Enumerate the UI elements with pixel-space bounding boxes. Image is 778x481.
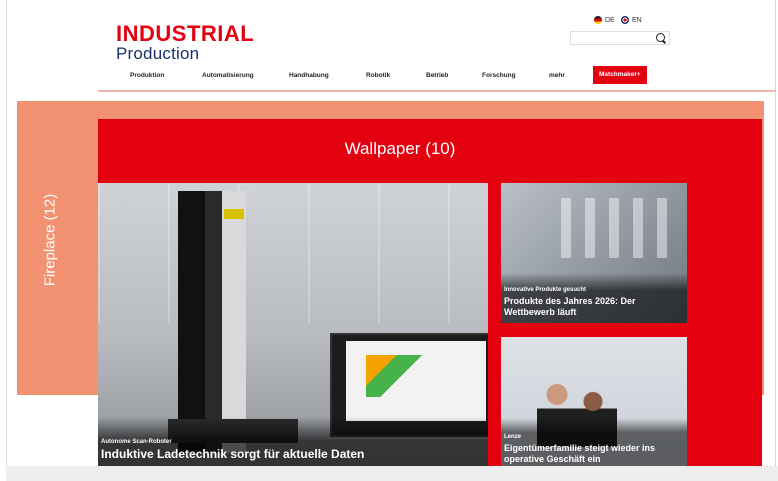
nav-item-robotik[interactable]: Robotik xyxy=(366,72,390,79)
language-de-label: DE xyxy=(605,16,615,24)
nav-item-mehr[interactable]: mehr xyxy=(549,72,565,79)
search-input[interactable] xyxy=(570,31,670,45)
matchmaker-button[interactable]: Matchmaker+ xyxy=(593,66,647,84)
language-de-link[interactable]: DE xyxy=(594,16,615,24)
main-teaser-caption: Autonome Scan-Roboter Induktive Ladetech… xyxy=(98,417,488,470)
nav-item-automatisierung[interactable]: Automatisierung xyxy=(202,72,254,79)
uk-flag-icon xyxy=(621,16,629,24)
nav-item-handhabung[interactable]: Handhabung xyxy=(289,72,329,79)
laptop-screen-image xyxy=(346,341,486,421)
teaser-caption: Innovative Produkte gesucht Produkte des… xyxy=(501,273,687,323)
teaser-lenze[interactable]: Lenze Eigentümerfamilie steigt wieder in… xyxy=(501,337,687,470)
site-logo[interactable]: INDUSTRIAL Production xyxy=(116,21,255,63)
language-en-label: EN xyxy=(632,16,642,24)
nav-item-betrieb[interactable]: Betrieb xyxy=(426,72,448,79)
page-bottom-strip xyxy=(6,466,778,481)
robot-image xyxy=(178,191,246,453)
teaser-headline[interactable]: Produkte des Jahres 2026: Der Wettbewerb… xyxy=(504,296,681,317)
fireplace-ad-label: Fireplace (12) xyxy=(41,193,59,287)
wallpaper-ad-label: Wallpaper (10) xyxy=(344,139,456,158)
teaser-headline[interactable]: Eigentümerfamilie steigt wieder ins oper… xyxy=(504,443,681,464)
german-flag-icon xyxy=(594,16,602,24)
nav-item-forschung[interactable]: Forschung xyxy=(482,72,516,79)
main-teaser-headline[interactable]: Induktive Ladetechnik sorgt für aktuelle… xyxy=(101,447,483,462)
teaser-image-background xyxy=(98,183,488,323)
main-teaser-kicker: Autonome Scan-Roboter xyxy=(101,439,172,446)
logo-line-2: Production xyxy=(116,44,200,63)
logo-line-1: INDUSTRIAL xyxy=(116,21,255,46)
language-en-link[interactable]: EN xyxy=(621,16,642,24)
teaser-caption: Lenze Eigentümerfamilie steigt wieder in… xyxy=(501,418,687,470)
nav-divider xyxy=(98,90,776,92)
search-icon[interactable] xyxy=(656,33,665,42)
main-navigation: Produktion Automatisierung Handhabung Ro… xyxy=(98,66,678,86)
main-teaser[interactable]: Autonome Scan-Roboter Induktive Ladetech… xyxy=(98,183,488,470)
teaser-kicker: Innovative Produkte gesucht xyxy=(504,287,587,294)
nav-item-produktion[interactable]: Produktion xyxy=(130,72,164,79)
teaser-kicker: Lenze xyxy=(504,434,522,441)
award-trophies-image xyxy=(561,198,681,258)
teaser-products-of-the-year[interactable]: Innovative Produkte gesucht Produkte des… xyxy=(501,183,687,323)
